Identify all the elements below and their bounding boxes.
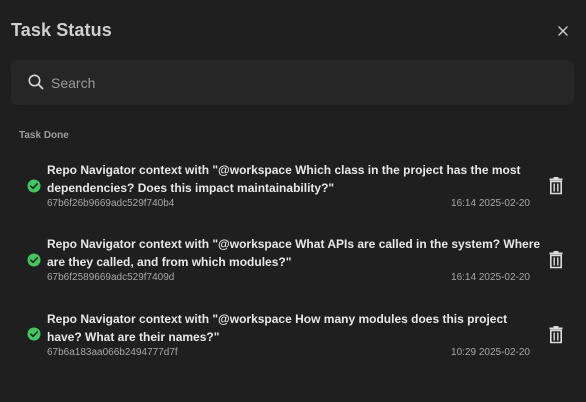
task-text: Repo Navigator context with "@workspace …	[47, 310, 542, 361]
task-text: Repo Navigator context with "@workspace …	[47, 161, 542, 212]
close-icon[interactable]	[556, 24, 570, 38]
task-title: Repo Navigator context with "@workspace …	[47, 163, 521, 195]
dialog-title: Task Status	[11, 20, 112, 40]
section-label: Task Done	[19, 130, 69, 141]
task-meta: 67b6a183aa066b2494777d7f 10:29 2025-02-2…	[47, 347, 542, 361]
search-icon	[27, 73, 45, 91]
task-status-dialog: Task Status Task Done Repo Navigator con…	[0, 0, 586, 402]
trash-icon[interactable]	[549, 326, 563, 344]
task-meta: 67b6f26b9669adc529f740b4 16:14 2025-02-2…	[47, 198, 542, 212]
check-circle-icon	[27, 179, 41, 193]
check-circle-icon	[27, 253, 41, 267]
trash-icon[interactable]	[549, 177, 563, 195]
task-title: Repo Navigator context with "@workspace …	[47, 237, 541, 269]
task-time: 16:14 2025-02-20	[451, 272, 530, 283]
check-circle-icon	[27, 327, 41, 341]
task-id: 67b6f26b9669adc529f740b4	[47, 198, 175, 209]
task-id: 67b6a183aa066b2494777d7f	[47, 347, 178, 358]
search-input[interactable]	[51, 60, 551, 105]
task-time: 10:29 2025-02-20	[451, 347, 530, 358]
task-text: Repo Navigator context with "@workspace …	[47, 235, 542, 286]
dialog-header: Task Status	[11, 18, 574, 46]
task-id: 67b6f2589669adc529f7409d	[47, 272, 175, 283]
task-title: Repo Navigator context with "@workspace …	[47, 312, 508, 344]
task-meta: 67b6f2589669adc529f7409d 16:14 2025-02-2…	[47, 272, 542, 286]
search-box	[11, 60, 574, 105]
task-time: 16:14 2025-02-20	[451, 198, 530, 209]
trash-icon[interactable]	[549, 251, 563, 269]
